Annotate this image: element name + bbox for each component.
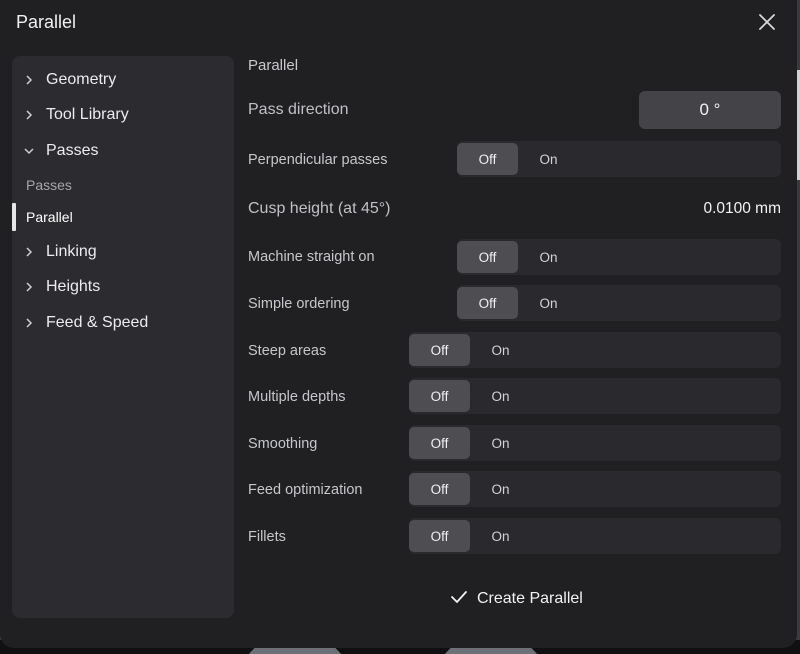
- create-parallel-label: Create Parallel: [477, 590, 583, 607]
- active-indicator: [12, 203, 16, 231]
- sidebar-item-passes[interactable]: Passes: [12, 136, 234, 166]
- sidebar-subitem-label: Parallel: [26, 209, 73, 225]
- chevron-down-icon: [12, 146, 46, 156]
- sidebar: Geometry Tool Library Passes Passes Para…: [12, 56, 234, 618]
- toggle-off-option[interactable]: Off: [409, 380, 470, 412]
- toggle-on-option[interactable]: On: [518, 241, 579, 273]
- fillets-toggle[interactable]: Off On: [409, 518, 781, 554]
- toggle-on-option[interactable]: On: [470, 473, 531, 505]
- machine-straight-on-toggle[interactable]: Off On: [457, 239, 781, 275]
- chevron-right-icon: [12, 247, 46, 257]
- simple-ordering-toggle[interactable]: Off On: [457, 285, 781, 321]
- chevron-right-icon: [12, 110, 46, 120]
- sidebar-item-geometry[interactable]: Geometry: [12, 65, 234, 95]
- sidebar-item-label: Feed & Speed: [46, 314, 149, 331]
- toggle-off-option[interactable]: Off: [409, 520, 470, 552]
- sidebar-item-label: Passes: [46, 142, 99, 159]
- sidebar-item-tool-library[interactable]: Tool Library: [12, 100, 234, 130]
- feed-optimization-toggle[interactable]: Off On: [409, 471, 781, 507]
- chevron-right-icon: [12, 318, 46, 328]
- sidebar-item-label: Linking: [46, 243, 97, 260]
- toggle-label: Fillets: [248, 529, 286, 545]
- toggle-label: Steep areas: [248, 343, 327, 359]
- toggle-on-option[interactable]: On: [470, 520, 531, 552]
- sidebar-item-label: Heights: [46, 278, 101, 295]
- toggle-on-option[interactable]: On: [518, 143, 579, 175]
- toggle-on-option[interactable]: On: [470, 334, 531, 366]
- toggle-on-option[interactable]: On: [518, 287, 579, 319]
- section-title: Parallel: [248, 57, 299, 74]
- close-icon[interactable]: [757, 12, 777, 32]
- toggle-off-option[interactable]: Off: [409, 334, 470, 366]
- toggle-on-option[interactable]: On: [470, 427, 531, 459]
- toggle-label: Simple ordering: [248, 296, 350, 312]
- checkmark-icon: [450, 590, 468, 609]
- toggle-on-option[interactable]: On: [470, 380, 531, 412]
- dialog-title: Parallel: [16, 12, 77, 32]
- parallel-dialog: Parallel Geometry Tool Library Passes Pa…: [0, 0, 797, 648]
- toggle-off-option[interactable]: Off: [409, 473, 470, 505]
- pass-direction-label: Pass direction: [248, 101, 349, 118]
- sidebar-subheading-passes: Passes: [26, 177, 72, 193]
- sidebar-item-linking[interactable]: Linking: [12, 237, 234, 267]
- pass-direction-input[interactable]: 0 °: [639, 91, 781, 129]
- toggle-label: Multiple depths: [248, 389, 346, 405]
- cusp-height-label: Cusp height (at 45°): [248, 200, 391, 217]
- toggle-off-option[interactable]: Off: [457, 287, 518, 319]
- create-parallel-button[interactable]: Create Parallel: [450, 585, 583, 613]
- sidebar-subitem-parallel[interactable]: Parallel: [12, 203, 234, 231]
- cusp-height-value[interactable]: 0.0100 mm: [703, 200, 781, 218]
- sidebar-item-feed-speed[interactable]: Feed & Speed: [12, 308, 234, 338]
- toggle-label: Perpendicular passes: [248, 152, 388, 168]
- chevron-right-icon: [12, 282, 46, 292]
- toggle-label: Smoothing: [248, 436, 318, 452]
- perpendicular-passes-toggle[interactable]: Off On: [457, 141, 781, 177]
- multiple-depths-toggle[interactable]: Off On: [409, 378, 781, 414]
- sidebar-item-heights[interactable]: Heights: [12, 272, 234, 302]
- toggle-label: Machine straight on: [248, 249, 375, 265]
- toggle-off-option[interactable]: Off: [457, 143, 518, 175]
- sidebar-item-label: Tool Library: [46, 106, 129, 123]
- chevron-right-icon: [12, 75, 46, 85]
- steep-areas-toggle[interactable]: Off On: [409, 332, 781, 368]
- toggle-off-option[interactable]: Off: [457, 241, 518, 273]
- toggle-label: Feed optimization: [248, 482, 363, 498]
- toggle-off-option[interactable]: Off: [409, 427, 470, 459]
- sidebar-item-label: Geometry: [46, 71, 117, 88]
- smoothing-toggle[interactable]: Off On: [409, 425, 781, 461]
